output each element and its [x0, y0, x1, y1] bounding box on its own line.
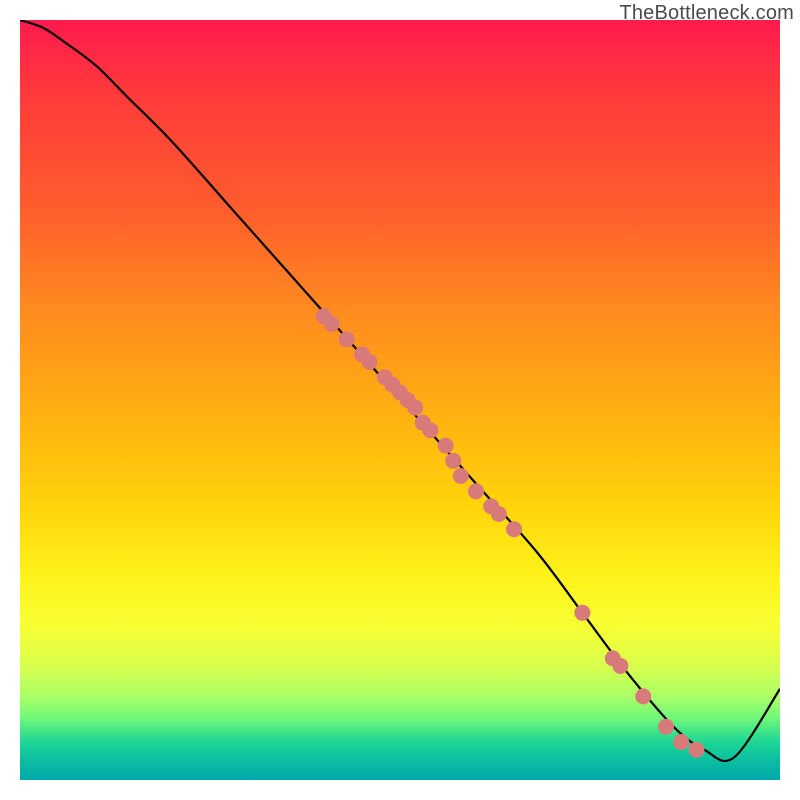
chart-container: TheBottleneck.com [0, 0, 800, 800]
marker-dot [673, 734, 689, 750]
marker-dot [612, 658, 628, 674]
marker-dot [362, 354, 378, 370]
marker-dot [422, 422, 438, 438]
marker-dot [438, 438, 454, 454]
marker-dot [688, 742, 704, 758]
marker-dot [407, 400, 423, 416]
marker-dot [635, 688, 651, 704]
marker-dot [506, 521, 522, 537]
marker-dot [453, 468, 469, 484]
attribution-text: TheBottleneck.com [619, 2, 794, 25]
marker-dot [445, 453, 461, 469]
marker-group [316, 308, 704, 757]
curve-svg [20, 20, 780, 780]
marker-dot [468, 483, 484, 499]
marker-dot [491, 506, 507, 522]
marker-dot [658, 719, 674, 735]
marker-dot [574, 605, 590, 621]
marker-dot [324, 316, 340, 332]
marker-dot [339, 331, 355, 347]
